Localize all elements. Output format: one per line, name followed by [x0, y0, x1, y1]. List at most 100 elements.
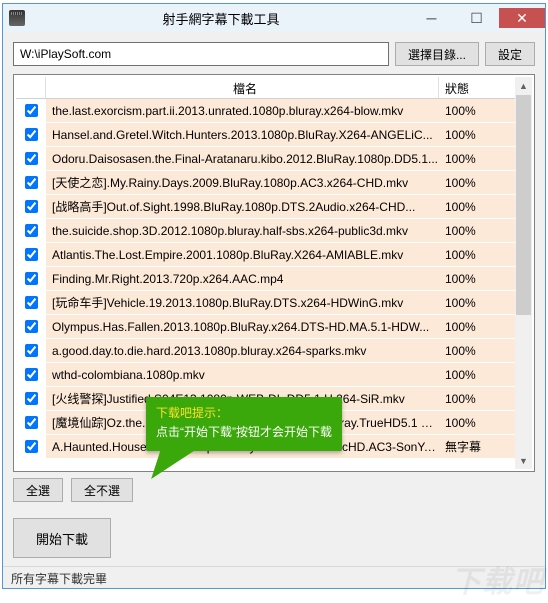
list-header: 檔名 狀態 [16, 77, 515, 99]
table-row[interactable]: Olympus.Has.Fallen.2013.1080p.BluRay.x26… [16, 315, 515, 339]
row-status: 100% [439, 224, 515, 238]
row-checkbox[interactable] [25, 344, 38, 357]
row-status: 100% [439, 128, 515, 142]
row-checkbox[interactable] [25, 176, 38, 189]
scroll-track[interactable] [515, 316, 532, 452]
tooltip-body: 点击“开始下载”按钮才会开始下载 [156, 423, 332, 442]
table-row[interactable]: a.good.day.to.die.hard.2013.1080p.bluray… [16, 339, 515, 363]
path-row: 選擇目錄... 設定 [13, 42, 535, 66]
row-status: 100% [439, 272, 515, 286]
select-none-button[interactable]: 全不選 [71, 478, 133, 502]
table-row[interactable]: the.last.exorcism.part.ii.2013.unrated.1… [16, 99, 515, 123]
table-row[interactable]: the.suicide.shop.3D.2012.1080p.bluray.ha… [16, 219, 515, 243]
row-checkbox-cell [16, 99, 46, 122]
row-status: 100% [439, 320, 515, 334]
table-row[interactable]: [玩命车手]Vehicle.19.2013.1080p.BluRay.DTS.x… [16, 291, 515, 315]
row-status: 100% [439, 344, 515, 358]
row-status: 100% [439, 176, 515, 190]
table-row[interactable]: Atlantis.The.Lost.Empire.2001.1080p.BluR… [16, 243, 515, 267]
row-checkbox-cell [16, 363, 46, 386]
scroll-up-icon[interactable]: ▲ [515, 77, 532, 94]
row-status: 100% [439, 200, 515, 214]
scroll-thumb[interactable] [516, 95, 531, 315]
row-checkbox[interactable] [25, 104, 38, 117]
row-filename: Finding.Mr.Right.2013.720p.x264.AAC.mp4 [46, 272, 439, 286]
row-checkbox-cell [16, 243, 46, 266]
row-filename: [天使之恋].My.Rainy.Days.2009.BluRay.1080p.A… [46, 174, 439, 191]
row-status: 無字幕 [439, 438, 515, 455]
row-status: 100% [439, 392, 515, 406]
content-area: 選擇目錄... 設定 檔名 狀態 the.last.exorcism.part.… [3, 32, 545, 566]
row-checkbox-cell [16, 147, 46, 170]
watermark: 下载吧 [451, 557, 544, 601]
row-status: 100% [439, 104, 515, 118]
row-checkbox[interactable] [25, 320, 38, 333]
row-status: 100% [439, 152, 515, 166]
row-checkbox-cell [16, 339, 46, 362]
row-checkbox-cell [16, 387, 46, 410]
row-filename: [玩命车手]Vehicle.19.2013.1080p.BluRay.DTS.x… [46, 294, 439, 311]
maximize-button[interactable]: ☐ [454, 8, 499, 28]
row-status: 100% [439, 248, 515, 262]
row-checkbox[interactable] [25, 272, 38, 285]
start-row: 開始下載 [13, 518, 535, 558]
window-buttons: ─ ☐ ✕ [409, 8, 545, 28]
row-status: 100% [439, 368, 515, 382]
app-icon [9, 10, 25, 26]
row-status: 100% [439, 296, 515, 310]
row-checkbox[interactable] [25, 200, 38, 213]
col-filename[interactable]: 檔名 [46, 77, 439, 98]
row-checkbox[interactable] [25, 128, 38, 141]
browse-button[interactable]: 選擇目錄... [395, 42, 479, 66]
row-filename: Atlantis.The.Lost.Empire.2001.1080p.BluR… [46, 248, 439, 262]
start-download-button[interactable]: 開始下載 [13, 518, 111, 558]
settings-button[interactable]: 設定 [485, 42, 535, 66]
window-title: 射手網字幕下載工具 [33, 9, 409, 28]
row-checkbox-cell [16, 435, 46, 458]
row-filename: [战略高手]Out.of.Sight.1998.BluRay.1080p.DTS… [46, 198, 439, 215]
selection-row: 全選 全不選 [13, 478, 535, 502]
row-filename: Odoru.Daisosasen.the.Final-Aratanaru.kib… [46, 152, 439, 166]
row-checkbox-cell [16, 171, 46, 194]
row-checkbox[interactable] [25, 368, 38, 381]
row-checkbox-cell [16, 195, 46, 218]
row-checkbox-cell [16, 123, 46, 146]
row-checkbox-cell [16, 291, 46, 314]
row-status: 100% [439, 416, 515, 430]
row-checkbox[interactable] [25, 392, 38, 405]
tooltip-title: 下载吧提示： [156, 404, 332, 423]
table-row[interactable]: Hansel.and.Gretel.Witch.Hunters.2013.108… [16, 123, 515, 147]
row-checkbox-cell [16, 267, 46, 290]
app-window: 射手網字幕下載工具 ─ ☐ ✕ 選擇目錄... 設定 檔名 狀態 the.las… [2, 3, 546, 589]
col-status[interactable]: 狀態 [439, 77, 515, 98]
row-checkbox-cell [16, 219, 46, 242]
row-checkbox[interactable] [25, 416, 38, 429]
table-row[interactable]: wthd-colombiana.1080p.mkv100% [16, 363, 515, 387]
scrollbar[interactable]: ▲ ▼ [515, 77, 532, 469]
row-checkbox[interactable] [25, 440, 38, 453]
path-input[interactable] [13, 42, 389, 66]
hint-tooltip: 下载吧提示： 点击“开始下载”按钮才会开始下载 [146, 397, 342, 451]
table-row[interactable]: Odoru.Daisosasen.the.Final-Aratanaru.kib… [16, 147, 515, 171]
table-row[interactable]: [天使之恋].My.Rainy.Days.2009.BluRay.1080p.A… [16, 171, 515, 195]
row-checkbox[interactable] [25, 296, 38, 309]
row-checkbox[interactable] [25, 152, 38, 165]
minimize-button[interactable]: ─ [409, 8, 454, 28]
table-row[interactable]: Finding.Mr.Right.2013.720p.x264.AAC.mp41… [16, 267, 515, 291]
row-checkbox[interactable] [25, 224, 38, 237]
close-button[interactable]: ✕ [499, 8, 545, 28]
titlebar: 射手網字幕下載工具 ─ ☐ ✕ [3, 4, 545, 32]
row-filename: a.good.day.to.die.hard.2013.1080p.bluray… [46, 344, 439, 358]
table-row[interactable]: [战略高手]Out.of.Sight.1998.BluRay.1080p.DTS… [16, 195, 515, 219]
row-filename: wthd-colombiana.1080p.mkv [46, 368, 439, 382]
row-checkbox-cell [16, 411, 46, 434]
row-filename: Hansel.and.Gretel.Witch.Hunters.2013.108… [46, 128, 439, 142]
col-checkbox [16, 77, 46, 98]
row-filename: Olympus.Has.Fallen.2013.1080p.BluRay.x26… [46, 320, 439, 334]
row-checkbox-cell [16, 315, 46, 338]
scroll-down-icon[interactable]: ▼ [515, 452, 532, 469]
select-all-button[interactable]: 全選 [13, 478, 63, 502]
row-filename: the.last.exorcism.part.ii.2013.unrated.1… [46, 104, 439, 118]
row-checkbox[interactable] [25, 248, 38, 261]
row-filename: the.suicide.shop.3D.2012.1080p.bluray.ha… [46, 224, 439, 238]
